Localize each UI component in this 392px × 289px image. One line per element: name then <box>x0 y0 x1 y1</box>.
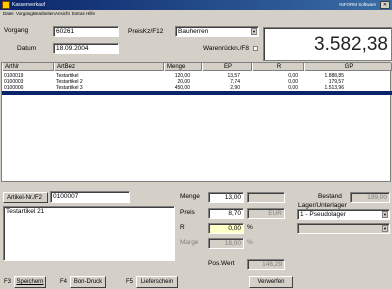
selected-row[interactable] <box>2 91 392 95</box>
col-gp[interactable]: GP <box>304 63 392 71</box>
positions-table: ArtNr ArtBez Menge EP R GP 0100019 Testa… <box>1 62 392 182</box>
warenruck-checkbox[interactable] <box>253 46 258 51</box>
menu-item-vorgang[interactable]: Vorgang <box>16 11 33 16</box>
col-menge[interactable]: Menge <box>164 63 202 71</box>
menu-item-datei[interactable]: Datei <box>3 11 14 16</box>
preiskz-value: Bauherren <box>178 28 209 35</box>
lieferschein-button[interactable]: Lieferschein <box>136 276 178 288</box>
f4-key: F4 <box>60 279 68 285</box>
verwerfen-button[interactable]: Verwerfen <box>249 276 293 288</box>
artikelnr-field[interactable]: 0100007 <box>50 191 130 203</box>
datum-label: Datum <box>17 45 37 52</box>
poswert-field: 146,29 <box>247 259 285 270</box>
poswert-label: Pos.Wert <box>208 260 235 267</box>
total-display: 3.582,38 <box>263 27 392 61</box>
table-header: ArtNr ArtBez Menge EP R GP <box>2 63 392 71</box>
menu-item-hilfe[interactable]: Hilfe <box>86 11 95 16</box>
bestand-label: Bestand <box>318 193 342 200</box>
chevron-down-icon: ▼ <box>382 225 388 232</box>
vorgang-label: Vorgang <box>4 27 29 34</box>
app-icon <box>2 1 10 9</box>
currency-field: EUR <box>247 208 285 219</box>
lager-label: Lager/Unterlager <box>298 202 347 209</box>
datum-field[interactable]: 18.09.2004 <box>53 43 119 54</box>
unterlager-select: ▼ <box>297 223 390 234</box>
chevron-down-icon[interactable]: ▼ <box>251 28 257 35</box>
preis-field[interactable]: 8,70 <box>208 208 244 219</box>
preiskz-label: PreisKz/F12 <box>128 28 164 35</box>
preiskz-select[interactable]: Bauherren ▼ <box>175 26 259 37</box>
bestand-field: 199,00 <box>350 192 390 203</box>
menu-item-ansicht[interactable]: Ansicht <box>55 11 70 16</box>
window-title: Kassenverkauf <box>12 2 46 8</box>
marge-percent: % <box>247 239 253 246</box>
speichern-label: Speichern <box>16 279 44 285</box>
menge-label: Menge <box>180 193 200 200</box>
close-icon[interactable]: ✕ <box>380 1 390 9</box>
app-window: Kassenverkauf INFORM Software ✕ Datei Vo… <box>0 0 392 289</box>
col-ep[interactable]: EP <box>202 63 252 71</box>
rabatt-label: R <box>180 224 185 231</box>
lager-value: 1 - Pseudolager <box>300 211 346 218</box>
marge-label: Marge <box>180 239 199 246</box>
f3-key: F3 <box>4 279 12 285</box>
f5-key: F5 <box>126 279 134 285</box>
marge-field: 18,00 <box>208 238 244 249</box>
description-textarea[interactable]: Testartikel 21 <box>3 206 175 261</box>
brand-label: INFORM Software <box>339 2 376 7</box>
bon-druck-button[interactable]: Bon-Druck <box>70 276 106 288</box>
warenruck-label: Warenrückn./F8 <box>203 45 249 52</box>
rabatt-percent: % <box>247 224 253 231</box>
title-bar: Kassenverkauf INFORM Software ✕ <box>0 0 392 10</box>
col-r[interactable]: R <box>252 63 304 71</box>
menge-field[interactable]: 13,00 <box>208 192 244 203</box>
menu-item-bearbeiten[interactable]: Bearbeiten <box>33 11 55 16</box>
position-detail-panel: Artikel-Nr./F2 0100007 Testartikel 21 Me… <box>0 183 392 289</box>
col-artbez[interactable]: ArtBez <box>54 63 164 71</box>
col-artnr[interactable]: ArtNr <box>2 63 54 71</box>
menu-bar: Datei Vorgang Bearbeiten Ansicht Extras … <box>0 10 392 18</box>
vorgang-field[interactable]: 60261 <box>53 26 119 37</box>
menu-item-extras[interactable]: Extras <box>72 11 85 16</box>
menge-unit-field <box>247 192 285 203</box>
artikelnr-button[interactable]: Artikel-Nr./F2 <box>3 192 48 203</box>
speichern-button[interactable]: Speichern <box>14 276 46 288</box>
lager-select[interactable]: 1 - Pseudolager ▼ <box>297 209 390 220</box>
chevron-down-icon[interactable]: ▼ <box>382 211 388 218</box>
preis-label: Preis <box>180 209 195 216</box>
rabatt-field[interactable]: 0,00 <box>208 223 244 234</box>
description-text: Testartikel 21 <box>6 208 45 215</box>
